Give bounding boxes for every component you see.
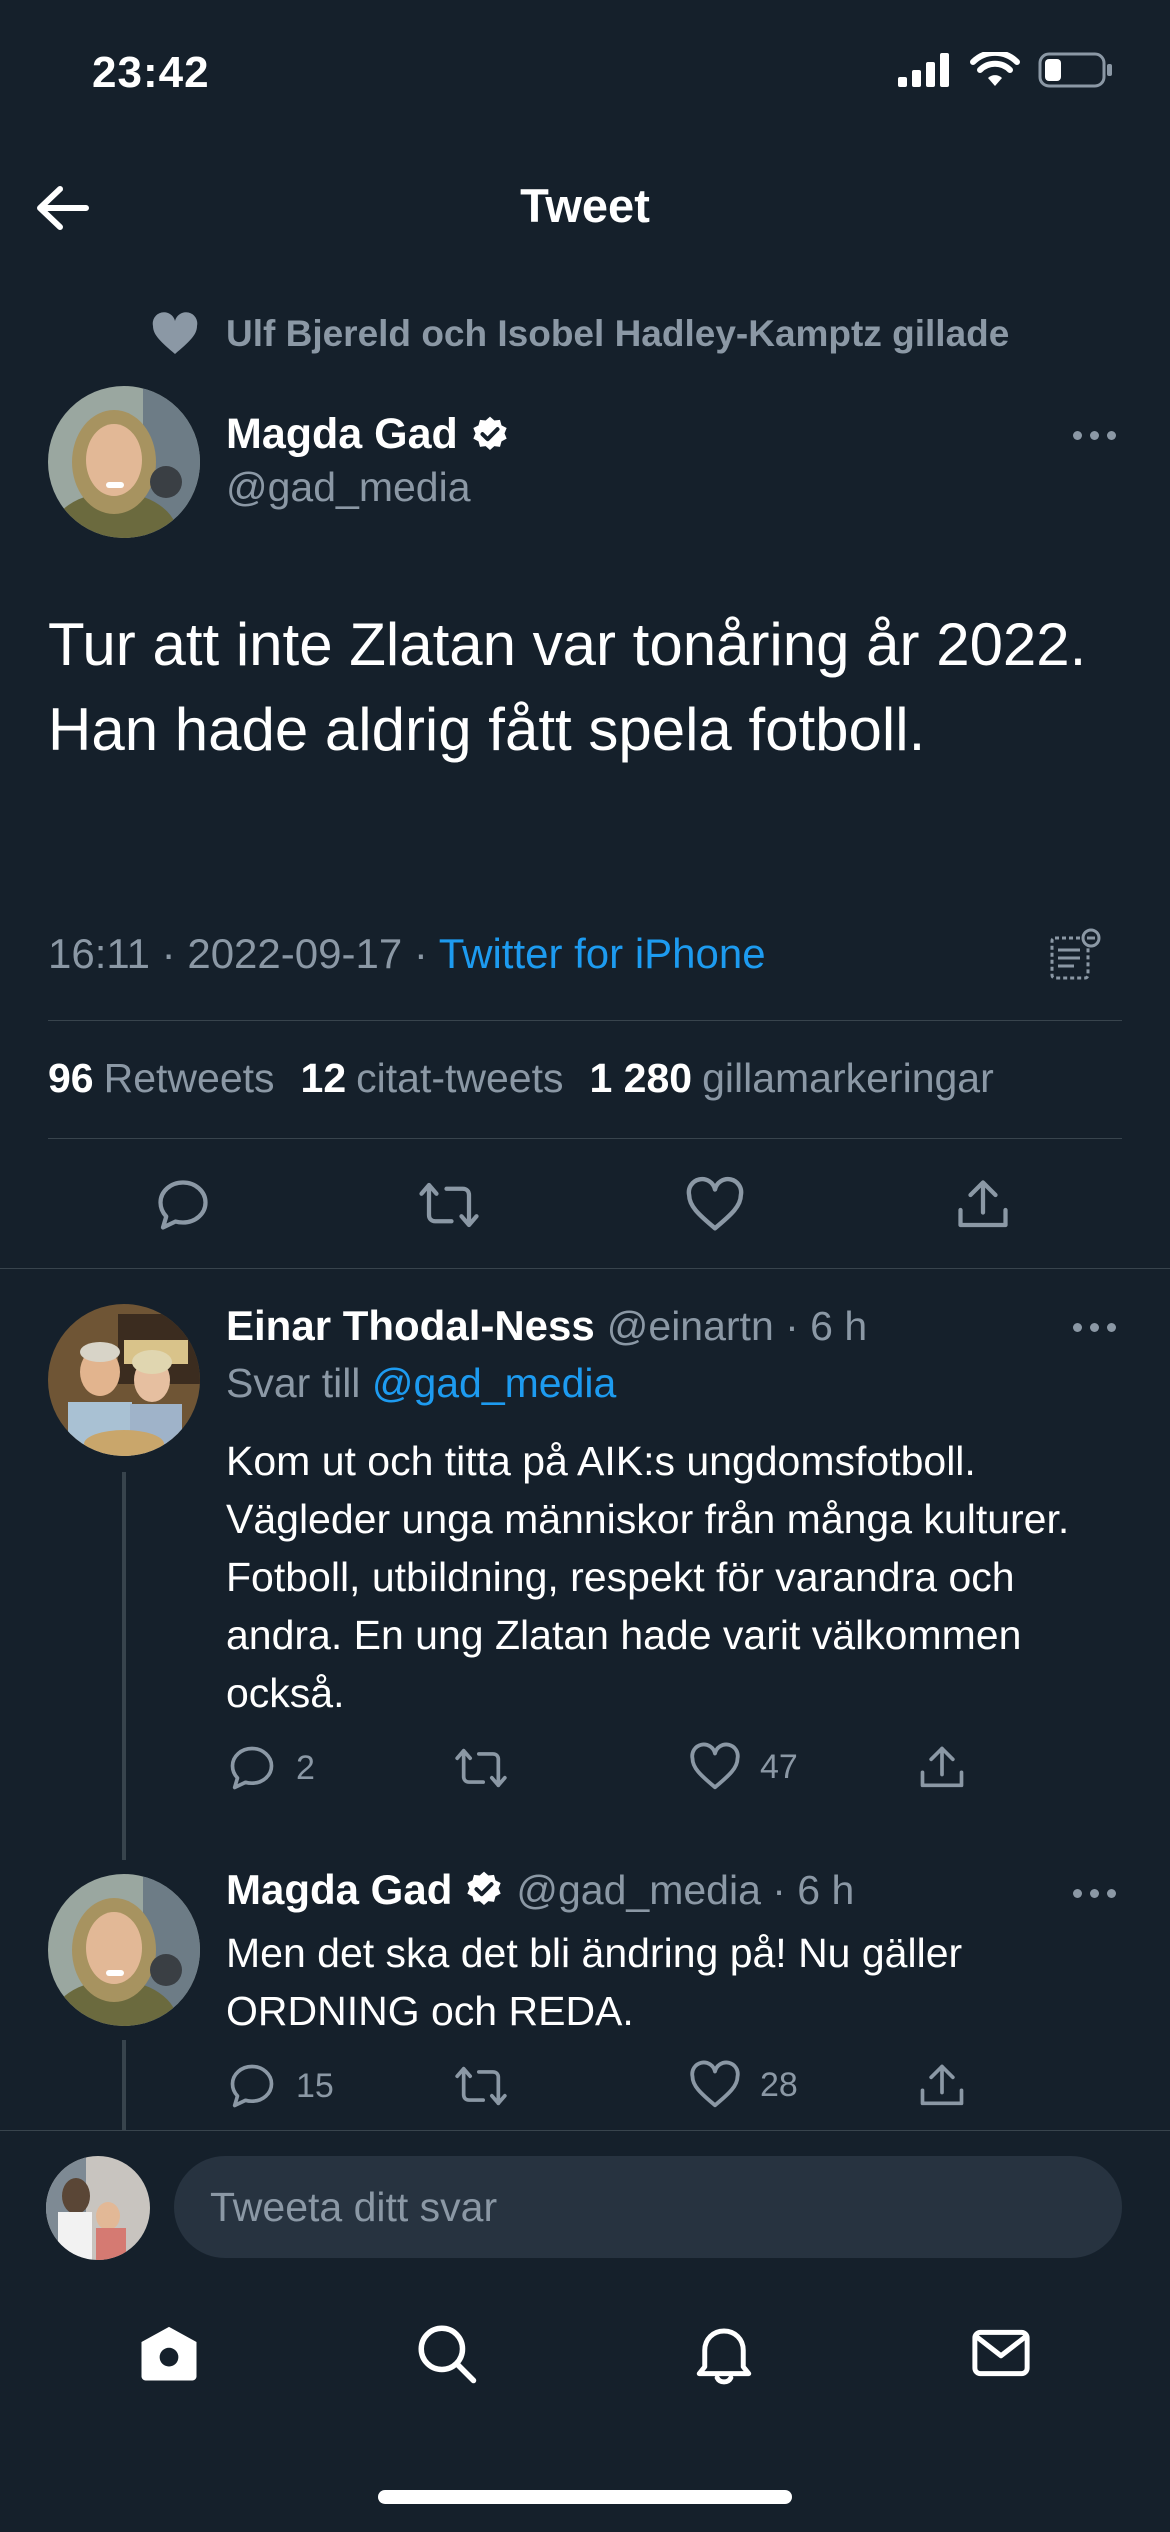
thread-line bbox=[122, 2040, 126, 2130]
avatar[interactable] bbox=[48, 1874, 200, 2026]
share-button[interactable] bbox=[916, 1742, 968, 1794]
tab-home[interactable] bbox=[136, 2320, 202, 2391]
heart-filled-icon bbox=[152, 312, 198, 354]
divider bbox=[48, 1020, 1122, 1021]
reply-author-name: Einar Thodal-Ness bbox=[226, 1302, 595, 1349]
like-button[interactable]: 28 bbox=[688, 2060, 798, 2110]
analytics-icon bbox=[1050, 928, 1101, 980]
retweet-icon bbox=[419, 1182, 479, 1228]
social-context[interactable]: Ulf Bjereld och Isobel Hadley-Kamptz gil… bbox=[150, 312, 1009, 356]
more-options-button[interactable] bbox=[1064, 420, 1124, 450]
reply-author-name: Magda Gad bbox=[226, 1866, 453, 1913]
author-name[interactable]: Magda Gad bbox=[226, 410, 510, 459]
reply-meta: @gad_media · 6 h bbox=[516, 1866, 855, 1913]
tweet-actions bbox=[0, 1170, 1170, 1240]
reply-meta: @einartn · 6 h bbox=[606, 1302, 868, 1349]
quotes-stat[interactable]: 12 citat-tweets bbox=[301, 1055, 564, 1102]
wifi-icon bbox=[970, 52, 1020, 86]
home-icon bbox=[141, 2326, 197, 2380]
author-handle[interactable]: @gad_media bbox=[226, 464, 471, 511]
divider bbox=[48, 1138, 1122, 1139]
like-button[interactable]: 47 bbox=[688, 1742, 798, 1792]
tweet-source-link[interactable]: Twitter for iPhone bbox=[439, 930, 766, 977]
reply-text: Men det ska det bli ändring på! Nu gälle… bbox=[226, 1930, 963, 2034]
reply-button[interactable]: 15 bbox=[226, 2060, 334, 2112]
search-icon bbox=[418, 2325, 477, 2383]
reply-to-line: Svar till @gad_media bbox=[226, 1360, 617, 1406]
reply-header[interactable]: Magda Gad @gad_media · 6 h bbox=[226, 1866, 854, 1914]
share-icon bbox=[958, 1180, 1008, 1228]
reply-button[interactable] bbox=[148, 1170, 218, 1240]
share-icon bbox=[920, 2064, 964, 2106]
share-icon bbox=[920, 1746, 964, 1788]
my-avatar[interactable] bbox=[46, 2156, 150, 2260]
likes-stat[interactable]: 1 280 gillamarkeringar bbox=[589, 1055, 993, 1102]
cellular-signal-icon bbox=[898, 53, 949, 87]
bell-icon bbox=[696, 2328, 751, 2384]
reply-icon bbox=[230, 2064, 274, 2108]
tweet-timestamp: 16:11 · 2022-09-17 · Twitter for iPhone bbox=[48, 930, 766, 977]
avatar[interactable] bbox=[48, 1304, 200, 1456]
battery-icon bbox=[1038, 52, 1112, 88]
more-options-button[interactable] bbox=[1064, 1312, 1124, 1342]
reply-icon bbox=[158, 1180, 208, 1230]
like-button[interactable] bbox=[680, 1170, 750, 1240]
verified-badge-icon bbox=[467, 1871, 502, 1905]
tweet-analytics-button[interactable] bbox=[1046, 928, 1102, 989]
verified-badge-icon bbox=[473, 416, 507, 450]
status-icons bbox=[898, 52, 1114, 88]
reply-button[interactable]: 2 bbox=[226, 1742, 315, 1794]
divider bbox=[0, 1268, 1170, 1269]
retweets-stat[interactable]: 96 Retweets bbox=[48, 1055, 275, 1102]
mail-icon bbox=[972, 2329, 1030, 2376]
status-time: 23:42 bbox=[92, 48, 210, 97]
avatar[interactable] bbox=[48, 386, 200, 538]
tab-bar bbox=[0, 2280, 1170, 2430]
retweet-button[interactable] bbox=[452, 1742, 528, 1794]
social-context-text: Ulf Bjereld och Isobel Hadley-Kamptz gil… bbox=[226, 313, 1010, 354]
thread-line bbox=[122, 1472, 126, 1860]
retweet-button[interactable] bbox=[414, 1170, 484, 1240]
reply-to-link[interactable]: @gad_media bbox=[372, 1360, 617, 1406]
reply-input[interactable]: Tweeta ditt svar bbox=[174, 2156, 1122, 2258]
reply-icon bbox=[230, 1746, 274, 1790]
retweet-icon bbox=[455, 2066, 507, 2106]
heart-icon bbox=[686, 1176, 744, 1231]
home-indicator bbox=[378, 2490, 792, 2504]
reply-header[interactable]: Einar Thodal-Ness @einartn · 6 h bbox=[226, 1302, 867, 1350]
reply-text: Kom ut och titta på AIK:s ungdomsfotboll… bbox=[226, 1438, 1070, 1716]
tab-messages[interactable] bbox=[968, 2320, 1034, 2391]
retweet-icon bbox=[455, 1748, 507, 1788]
retweet-button[interactable] bbox=[452, 2060, 528, 2112]
share-button[interactable] bbox=[916, 2060, 968, 2112]
heart-icon bbox=[690, 2060, 740, 2108]
page-title: Tweet bbox=[520, 179, 650, 232]
share-button[interactable] bbox=[948, 1170, 1018, 1240]
tweet-text: Tur att inte Zlatan var tonåring år 2022… bbox=[48, 611, 1087, 763]
heart-icon bbox=[690, 1742, 740, 1790]
more-options-button[interactable] bbox=[1064, 1878, 1124, 1908]
tab-search[interactable] bbox=[413, 2320, 479, 2391]
tab-notifications[interactable] bbox=[691, 2320, 757, 2391]
tweet-stats: 96 Retweets 12 citat-tweets 1 280 gillamark… bbox=[48, 1055, 994, 1102]
